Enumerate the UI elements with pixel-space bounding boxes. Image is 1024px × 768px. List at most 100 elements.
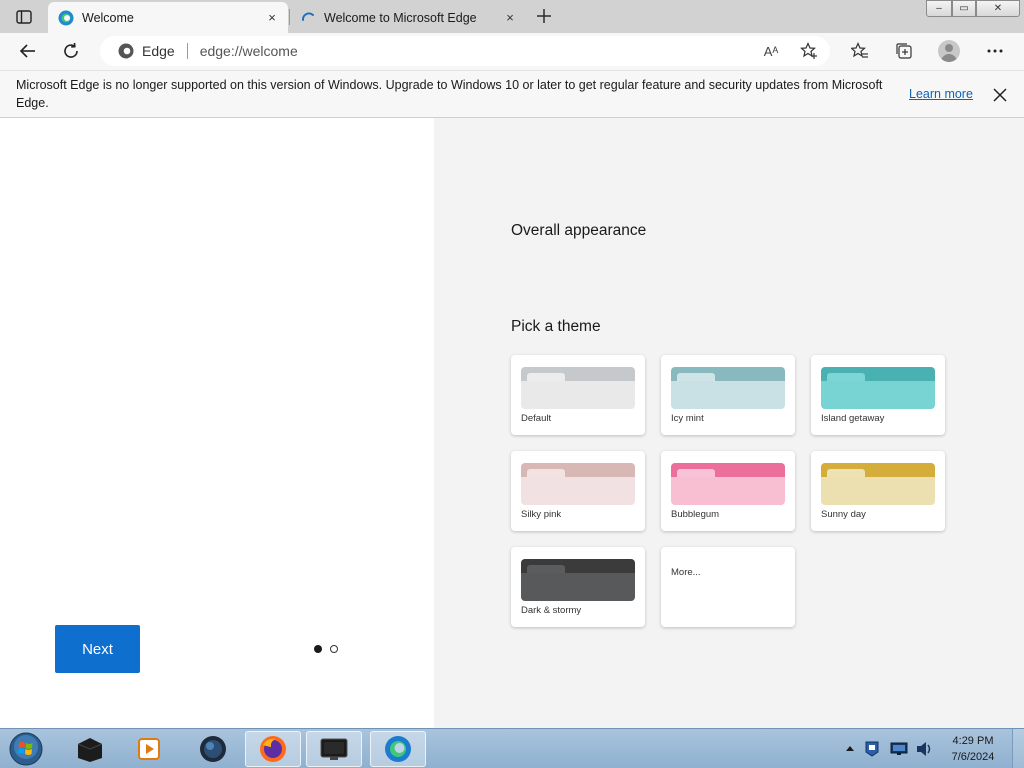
infobar-close-button[interactable] (990, 85, 1010, 105)
more-themes-label: More... (671, 567, 701, 578)
edge-icon (118, 43, 134, 59)
tab-welcome[interactable]: Welcome × (48, 2, 288, 33)
address-divider (186, 43, 188, 59)
edge-icon (58, 10, 74, 25)
theme-preview-body (821, 477, 935, 505)
taskbar-app-file-manager[interactable] (62, 731, 118, 767)
unsupported-os-infobar: Microsoft Edge is no longer supported on… (0, 70, 1024, 118)
action-center-icon[interactable] (864, 740, 880, 758)
restore-button[interactable]: ▭ (952, 0, 976, 17)
theme-preview-body (821, 381, 935, 409)
theme-label: Bubblegum (671, 509, 720, 520)
refresh-button[interactable] (56, 37, 86, 65)
settings-menu-button[interactable] (980, 37, 1010, 65)
clock-date: 7/6/2024 (951, 751, 995, 763)
theme-preview-body (521, 477, 635, 505)
theme-preview (671, 367, 785, 409)
theme-card-sunny-day[interactable]: Sunny day (811, 451, 945, 531)
infobar-message: Microsoft Edge is no longer supported on… (16, 78, 883, 110)
theme-label: Silky pink (521, 509, 562, 520)
theme-preview (821, 367, 935, 409)
media-player-icon (138, 738, 160, 760)
close-window-button[interactable]: ✕ (976, 0, 1020, 17)
theme-card-dark-stormy[interactable]: Dark & stormy (511, 547, 645, 627)
theme-label: Island getaway (821, 413, 885, 424)
theme-preview (821, 463, 935, 505)
tab-title: Welcome to Microsoft Edge (324, 10, 477, 25)
network-icon[interactable] (890, 742, 908, 756)
taskbar-app-terminal[interactable] (306, 731, 362, 767)
avatar-head (945, 44, 953, 52)
tab-welcome-to-edge[interactable]: Welcome to Microsoft Edge × (290, 2, 526, 33)
profile-avatar[interactable] (938, 40, 960, 62)
theme-preview (521, 367, 635, 409)
read-aloud-icon[interactable]: Aᴬ (760, 41, 782, 61)
loading-spinner-icon (302, 12, 314, 21)
back-arrow-icon (19, 44, 35, 58)
windows-start-orb-icon (9, 732, 43, 766)
tab-actions-button[interactable] (8, 5, 40, 29)
favorites-button[interactable] (845, 37, 875, 65)
refresh-icon (64, 42, 78, 58)
close-tab-icon[interactable]: × (262, 8, 282, 28)
volume-icon[interactable] (916, 741, 934, 757)
back-button[interactable] (13, 37, 43, 65)
next-button[interactable]: Next (55, 625, 140, 673)
tab-strip: Welcome × Welcome to Microsoft Edge × – … (0, 0, 1024, 33)
theme-preview (521, 559, 635, 601)
add-favorite-icon[interactable] (798, 41, 820, 61)
theme-preview-body (521, 381, 635, 409)
plus-icon (537, 9, 551, 23)
toolbar: Edge edge://welcome Aᴬ (0, 33, 1024, 70)
show-desktop-button[interactable] (1012, 729, 1024, 768)
theme-preview (521, 463, 635, 505)
taskbar-app-browser[interactable] (185, 731, 241, 767)
theme-card-default[interactable]: Default (511, 355, 645, 435)
collections-button[interactable] (889, 37, 919, 65)
minimize-button[interactable]: – (926, 0, 952, 17)
more-icon (987, 49, 1003, 53)
theme-card-silky-pink[interactable]: Silky pink (511, 451, 645, 531)
pick-theme-heading: Pick a theme (511, 318, 601, 335)
welcome-left-pane: Next (0, 118, 434, 728)
new-tab-button[interactable] (532, 4, 556, 28)
show-hidden-icons-icon[interactable] (846, 745, 854, 751)
taskbar-app-media-player[interactable] (121, 731, 177, 767)
taskbar-app-edge[interactable] (370, 731, 426, 767)
close-tab-icon[interactable]: × (500, 8, 520, 28)
tab-actions-icon (16, 10, 32, 24)
clock-time: 4:29 PM (952, 735, 994, 747)
globe-app-icon (200, 736, 226, 762)
url-text[interactable]: edge://welcome (200, 43, 830, 59)
theme-card-icy-mint[interactable]: Icy mint (661, 355, 795, 435)
address-bar[interactable]: Edge edge://welcome Aᴬ (100, 36, 830, 66)
black-box-app-icon (77, 738, 103, 762)
favorites-icon (851, 42, 868, 58)
theme-card-island-getaway[interactable]: Island getaway (811, 355, 945, 435)
taskbar: 4:29 PM 7/6/2024 (0, 728, 1024, 768)
learn-more-link[interactable]: Learn more (909, 87, 973, 101)
theme-card-bubblegum[interactable]: Bubblegum (661, 451, 795, 531)
tab-title: Welcome (82, 10, 134, 25)
edge-icon (385, 736, 411, 762)
theme-label: Sunny day (821, 509, 866, 520)
avatar-body (941, 54, 957, 62)
taskbar-clock[interactable]: 4:29 PM 7/6/2024 (940, 733, 1006, 765)
welcome-right-pane: Overall appearance Pick a theme Default … (434, 118, 1024, 728)
theme-preview-body (671, 477, 785, 505)
window-controls: – ▭ ✕ (926, 0, 1020, 18)
overall-appearance-heading: Overall appearance (511, 222, 647, 239)
monitor-app-icon (320, 738, 348, 760)
start-button[interactable] (6, 730, 46, 768)
theme-preview (671, 463, 785, 505)
page-indicator-active[interactable] (314, 645, 322, 653)
page-indicator-inactive[interactable] (330, 645, 338, 653)
collections-icon (896, 43, 912, 59)
theme-card-more[interactable]: More... (661, 547, 795, 627)
theme-preview-body (521, 573, 635, 601)
theme-label: Default (521, 413, 552, 424)
close-icon (993, 88, 1007, 102)
taskbar-app-firefox[interactable] (245, 731, 301, 767)
theme-label: Icy mint (671, 413, 704, 424)
firefox-icon (260, 736, 286, 762)
